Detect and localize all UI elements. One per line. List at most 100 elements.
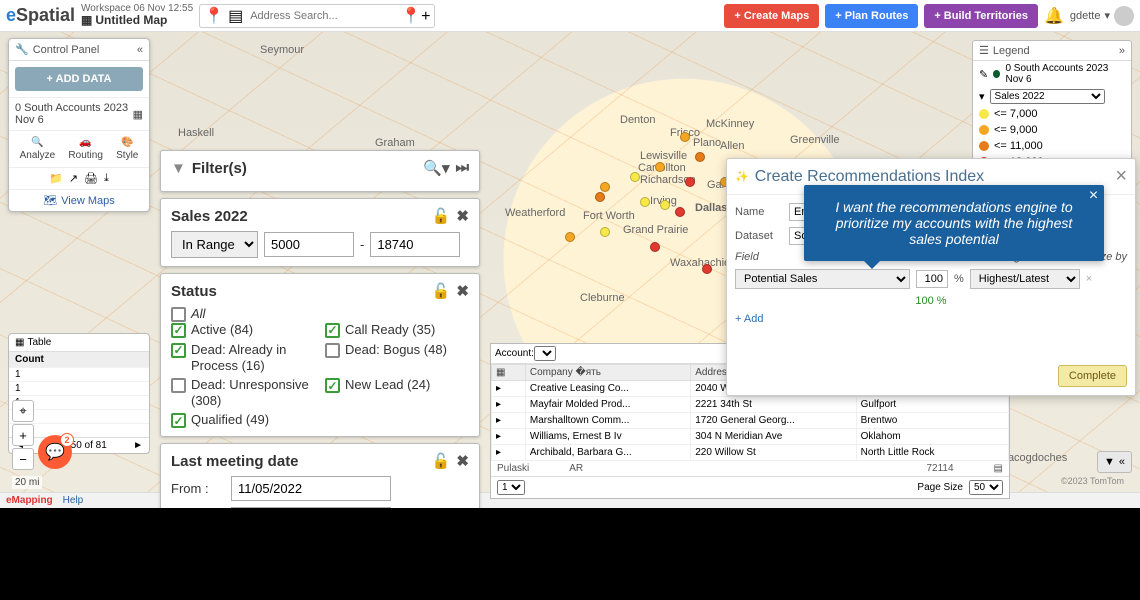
map-scale: 20 mi <box>12 476 42 489</box>
table-row[interactable]: 1 <box>9 367 149 381</box>
add-data-button[interactable]: + ADD DATA <box>15 67 143 91</box>
map-point[interactable] <box>660 200 670 210</box>
bell-icon[interactable]: 🔔 <box>1044 6 1064 26</box>
extra-row: PulaskiAR72114▤ <box>491 461 1009 476</box>
map-point[interactable] <box>650 242 660 252</box>
close-icon[interactable]: ✖ <box>456 207 469 225</box>
add-field-link[interactable]: + Add <box>735 313 1127 325</box>
layer-row[interactable]: 0 South Accounts 2023 Nov 6▦ <box>9 97 149 130</box>
map-point[interactable] <box>600 227 610 237</box>
status-checkbox[interactable]: Dead: Bogus (48) <box>325 342 469 373</box>
collapse-icon[interactable]: « <box>137 44 143 56</box>
skip-icon[interactable]: ⏭ <box>455 159 469 177</box>
map-point[interactable] <box>640 197 650 207</box>
page-size-select[interactable]: 50 <box>969 480 1003 495</box>
zoom-out-button[interactable]: − <box>12 448 34 470</box>
map-point[interactable] <box>685 177 695 187</box>
filter-toggle-button[interactable]: ▼« <box>1097 451 1132 473</box>
filters-stack: ▼ Filter(s) 🔍▾ ⏭ Sales 2022 🔓✖ In Range … <box>160 150 480 541</box>
map-point[interactable] <box>600 182 610 192</box>
map-point[interactable] <box>695 152 705 162</box>
map-point[interactable] <box>595 192 605 202</box>
remove-row-icon[interactable]: × <box>1086 273 1092 285</box>
col-company[interactable]: Company �ять <box>525 365 690 381</box>
map-point[interactable] <box>680 132 690 142</box>
map-point[interactable] <box>702 264 712 274</box>
map-point[interactable] <box>565 232 575 242</box>
build-territories-button[interactable]: + Build Territories <box>924 4 1038 28</box>
account-select[interactable] <box>534 346 556 361</box>
range-to-input[interactable] <box>370 232 460 257</box>
legend-item-label: <= 11,000 <box>994 140 1043 152</box>
priority-select[interactable]: Highest/Latest <box>970 269 1080 289</box>
spark-icon: ✨ <box>735 170 749 183</box>
status-checkbox[interactable]: New Lead (24) <box>325 377 469 408</box>
add-pin-icon[interactable]: 📍+ <box>401 6 430 26</box>
status-checkbox[interactable]: Active (84) <box>171 322 315 338</box>
status-checkbox[interactable]: Dead: Already in Process (16) <box>171 342 315 373</box>
expand-icon[interactable]: » <box>1119 45 1125 57</box>
status-checkbox[interactable]: Qualified (49) <box>171 412 315 428</box>
style-tool[interactable]: 🎨Style <box>116 137 138 161</box>
next-page-icon[interactable]: ► <box>133 440 143 451</box>
weight-input[interactable] <box>916 270 948 288</box>
export-icon[interactable]: ⤓ <box>104 172 109 185</box>
date-from-input[interactable] <box>231 476 391 501</box>
logo: eSpatial <box>6 5 75 26</box>
chevron-down-icon[interactable]: ▾ <box>979 90 985 103</box>
recommendations-title: Create Recommendations Index <box>755 168 984 186</box>
map-title[interactable]: ▦Untitled Map <box>81 14 193 27</box>
user-menu[interactable]: gdette▾ <box>1070 6 1134 26</box>
locate-button[interactable]: ⌖ <box>12 400 34 422</box>
city-label: Seymour <box>260 44 304 56</box>
range-mode-select[interactable]: In Range <box>171 231 258 258</box>
table-row[interactable]: ▸Mayfair Molded Prod...2221 34th StGulfp… <box>492 397 1009 413</box>
city-label: Haskell <box>178 127 214 139</box>
layer-dot-icon <box>993 70 1000 78</box>
help-link[interactable]: Help <box>63 495 84 506</box>
close-icon[interactable]: ✖ <box>456 282 469 300</box>
map-point[interactable] <box>675 207 685 217</box>
range-from-input[interactable] <box>264 232 354 257</box>
complete-button[interactable]: Complete <box>1058 365 1127 387</box>
chat-button[interactable]: 💬 2 <box>38 435 72 469</box>
address-search-input[interactable] <box>247 7 397 25</box>
legend-field-select[interactable]: Sales 2022 <box>990 89 1105 104</box>
zoom-in-button[interactable]: + <box>12 424 34 446</box>
close-icon[interactable]: × <box>1089 187 1098 205</box>
status-all-checkbox[interactable]: All <box>171 306 469 322</box>
analyze-tool[interactable]: 🔍Analyze <box>20 137 56 161</box>
page-backdrop <box>0 508 1140 600</box>
map-point[interactable] <box>630 172 640 182</box>
page-select[interactable]: 1 <box>497 480 525 495</box>
wrench-icon: 🔧 <box>15 43 29 56</box>
row-menu-icon[interactable]: ▤ <box>994 463 1003 474</box>
unlock-icon[interactable]: 🔓 <box>432 207 451 225</box>
view-maps-link[interactable]: 🗺View Maps <box>9 189 149 211</box>
table-row[interactable]: 1 <box>9 381 149 395</box>
col-handle[interactable]: ▦ <box>492 365 526 381</box>
legend-item-label: <= 7,000 <box>994 108 1037 120</box>
table-row[interactable]: ▸Williams, Ernest B Iv304 N Meridian Ave… <box>492 429 1009 445</box>
table-row[interactable]: ▸Archibald, Barbara G...220 Willow StNor… <box>492 445 1009 461</box>
share-icon[interactable]: ↗ <box>69 172 78 185</box>
folder-icon[interactable]: 📁 <box>49 172 63 185</box>
print-icon[interactable]: 🖨 <box>84 172 98 185</box>
field-select[interactable]: Potential Sales <box>735 269 910 289</box>
routing-tool[interactable]: 🚗Routing <box>68 137 102 161</box>
create-maps-button[interactable]: + Create Maps <box>724 4 819 28</box>
table-col-header[interactable]: Count <box>9 352 149 367</box>
pencil-icon[interactable]: ✎ <box>979 68 988 81</box>
plan-routes-button[interactable]: + Plan Routes <box>825 4 918 28</box>
address-search[interactable]: 📍 ▤ 📍+ <box>199 4 435 28</box>
close-icon[interactable]: ✖ <box>456 452 469 470</box>
unlock-icon[interactable]: 🔓 <box>432 282 451 300</box>
unlock-icon[interactable]: 🔓 <box>432 452 451 470</box>
close-icon[interactable]: × <box>1115 165 1127 188</box>
map-point[interactable] <box>655 162 665 172</box>
status-checkbox[interactable]: Call Ready (35) <box>325 322 469 338</box>
layer-menu-icon[interactable]: ▦ <box>133 108 143 121</box>
table-row[interactable]: ▸Marshalltown Comm...1720 General Georg.… <box>492 413 1009 429</box>
status-checkbox[interactable]: Dead: Unresponsive (308) <box>171 377 315 408</box>
zoom-filter-icon[interactable]: 🔍▾ <box>423 159 449 177</box>
